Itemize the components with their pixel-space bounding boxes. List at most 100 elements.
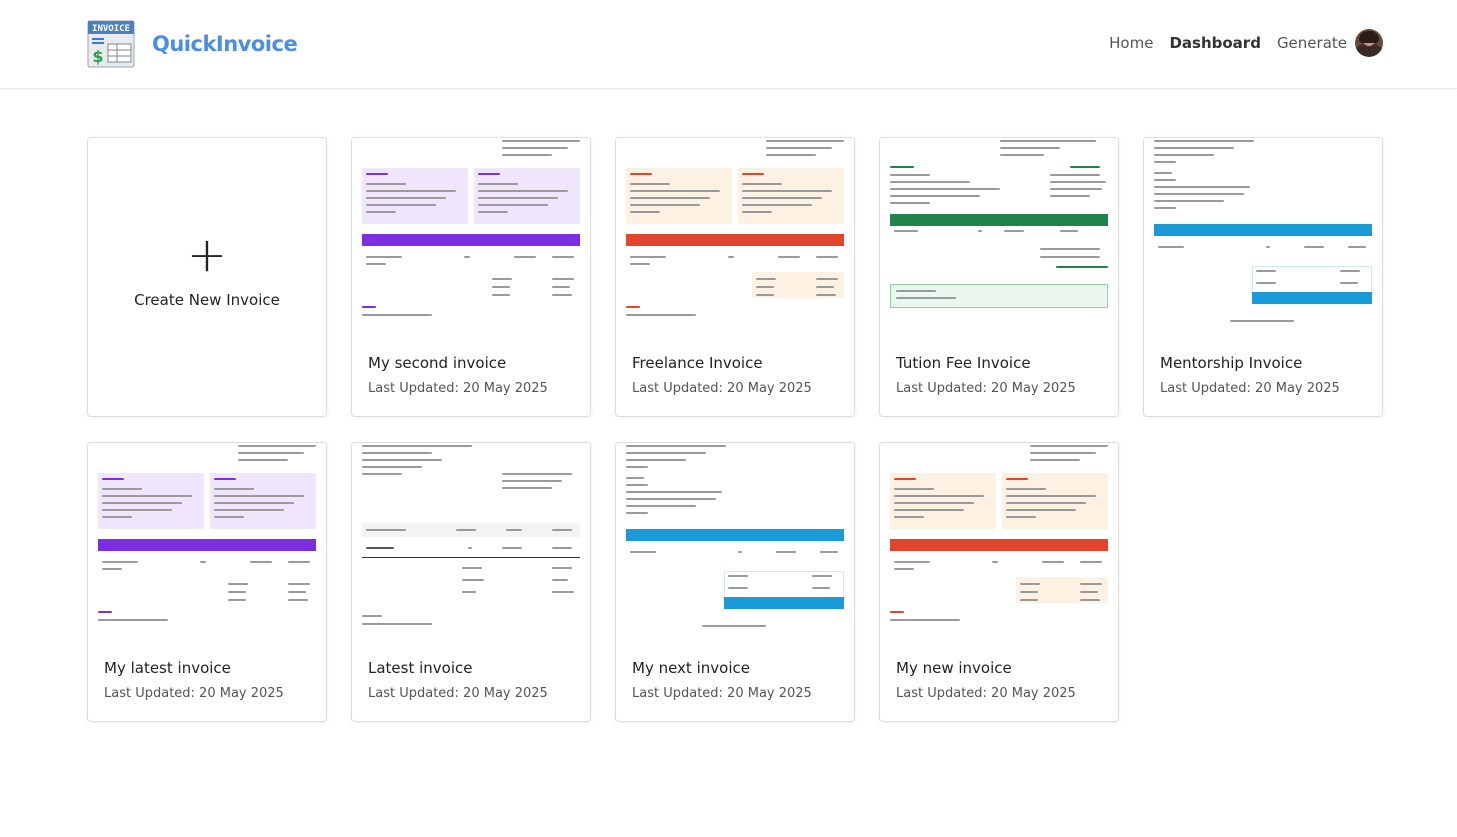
preview-scribble [778,256,800,258]
preview-scribble [1004,230,1024,232]
preview-scribble [630,263,650,265]
preview-scribble [1256,282,1276,284]
preview-scribble [1252,292,1372,304]
preview-scribble [1154,207,1176,209]
preview-scribble [894,561,930,563]
invoice-last-updated: Last Updated: 20 May 2025 [368,381,548,396]
preview-scribble [894,509,964,511]
preview-scribble [1304,246,1324,248]
preview-scribble [816,278,838,280]
preview-scribble [738,551,742,553]
preview-scribble [288,561,310,563]
preview-scribble [630,551,656,553]
invoice-last-updated: Last Updated: 20 May 2025 [632,686,812,701]
invoice-preview-thumbnail [616,443,854,643]
preview-scribble [366,183,406,185]
preview-scribble [552,286,570,288]
preview-scribble [366,173,388,175]
create-invoice-label: Create New Invoice [134,291,280,309]
preview-scribble [1060,230,1078,232]
preview-scribble [210,473,316,529]
preview-scribble [630,173,652,175]
plus-icon: + [186,227,228,283]
preview-scribble [1040,248,1100,250]
preview-scribble [742,204,812,206]
preview-scribble [362,557,580,558]
preview-scribble [630,211,660,213]
preview-scribble [1050,195,1090,197]
preview-scribble [552,294,572,296]
preview-scribble [1030,459,1080,461]
preview-scribble [366,211,396,213]
preview-scribble [728,587,748,589]
invoice-logo-icon: INVOICE $ [87,20,135,68]
preview-scribble [1080,561,1102,563]
preview-scribble [890,188,1000,190]
preview-scribble [1000,147,1060,149]
invoice-card[interactable]: Latest invoice Last Updated: 20 May 2025 [351,442,591,722]
nav-generate[interactable]: Generate [1277,34,1347,52]
nav-dashboard[interactable]: Dashboard [1169,34,1260,52]
preview-scribble [894,495,984,497]
invoice-card[interactable]: My new invoice Last Updated: 20 May 2025 [879,442,1119,722]
preview-scribble [728,575,748,577]
invoice-card[interactable]: My second invoice Last Updated: 20 May 2… [351,137,591,417]
preview-scribble [896,290,936,292]
preview-scribble [502,480,562,482]
preview-scribble [626,466,648,468]
preview-scribble [978,230,982,232]
preview-scribble [506,529,522,531]
invoice-card[interactable]: My latest invoice Last Updated: 20 May 2… [87,442,327,722]
preview-scribble [1266,246,1270,248]
svg-text:$: $ [92,47,103,66]
invoice-preview-thumbnail [88,443,326,643]
preview-scribble [1050,188,1102,190]
preview-scribble [626,529,844,541]
invoice-preview-thumbnail [616,138,854,338]
preview-scribble [102,561,138,563]
invoice-preview-thumbnail [352,443,590,643]
preview-scribble [1080,599,1100,601]
preview-scribble [890,195,980,197]
preview-scribble [362,452,432,454]
preview-scribble [626,477,644,479]
preview-scribble [738,168,844,224]
invoice-card[interactable]: Freelance Invoice Last Updated: 20 May 2… [615,137,855,417]
preview-scribble [742,183,782,185]
invoice-preview-thumbnail [1144,138,1382,338]
invoice-preview-thumbnail [880,443,1118,643]
preview-scribble [992,561,998,563]
create-invoice-card[interactable]: + Create New Invoice [87,137,327,417]
user-avatar[interactable] [1355,29,1383,57]
preview-scribble [756,286,774,288]
preview-scribble [366,256,402,258]
preview-scribble [1002,473,1108,529]
preview-scribble [1154,193,1244,195]
preview-scribble [214,502,294,504]
invoice-card[interactable]: Tution Fee Invoice Last Updated: 20 May … [879,137,1119,417]
invoice-card[interactable]: Mentorship Invoice Last Updated: 20 May … [1143,137,1383,417]
preview-scribble [742,190,832,192]
preview-scribble [464,256,470,258]
preview-scribble [1340,270,1360,272]
preview-scribble [366,204,436,206]
preview-scribble [362,466,422,468]
preview-scribble [478,204,548,206]
preview-scribble [890,181,970,183]
preview-scribble [502,487,552,489]
preview-scribble [890,473,996,529]
brand-link[interactable]: INVOICE $ QuickInvoice [87,20,298,68]
invoice-card[interactable]: My next invoice Last Updated: 20 May 202… [615,442,855,722]
preview-scribble [742,197,822,199]
preview-scribble [456,529,476,531]
preview-scribble [102,488,142,490]
preview-scribble [630,183,670,185]
preview-scribble [626,459,686,461]
preview-scribble [214,509,284,511]
preview-scribble [228,583,248,585]
preview-scribble [552,579,568,581]
preview-scribble [890,539,1108,551]
preview-scribble [890,619,960,621]
preview-scribble [1030,445,1108,447]
nav-home[interactable]: Home [1109,34,1153,52]
